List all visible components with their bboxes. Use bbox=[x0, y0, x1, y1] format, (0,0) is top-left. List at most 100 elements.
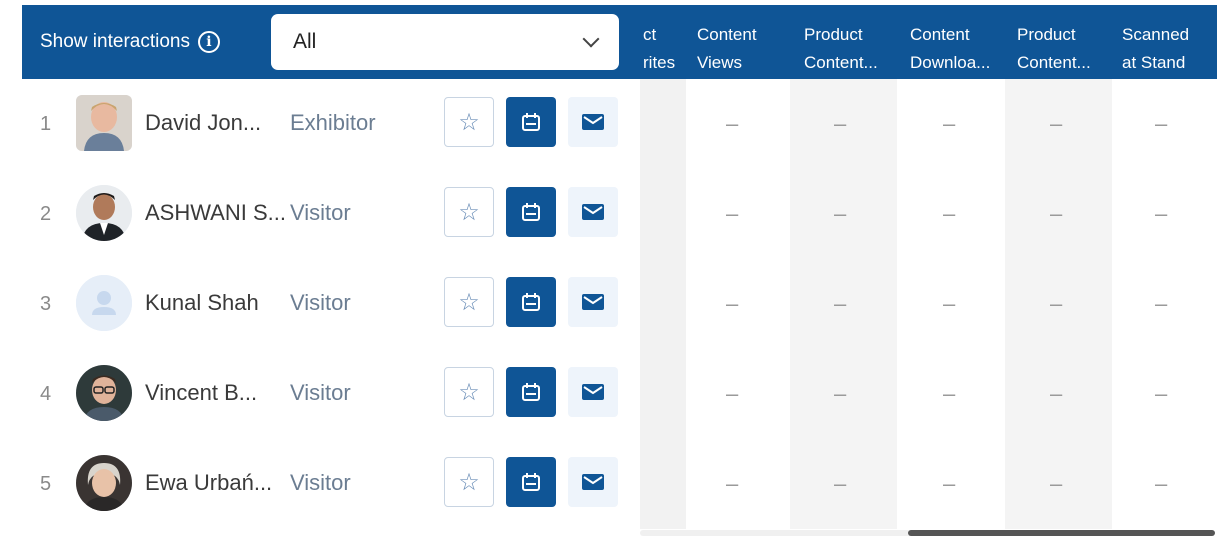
message-button[interactable] bbox=[568, 457, 618, 507]
table-cell-value: – bbox=[834, 201, 847, 226]
row-name[interactable]: Vincent B... bbox=[145, 380, 290, 406]
message-button[interactable] bbox=[568, 187, 618, 237]
horizontal-scrollbar-thumb[interactable] bbox=[908, 530, 1215, 536]
column-header-product-content-2[interactable]: Product Content... bbox=[1017, 21, 1117, 77]
column-header-line1: Content bbox=[697, 25, 757, 44]
schedule-meeting-button[interactable] bbox=[506, 367, 556, 417]
table-cell-value: – bbox=[943, 471, 956, 496]
calendar-icon bbox=[522, 293, 540, 311]
column-header-favorites[interactable]: ct rites bbox=[643, 21, 687, 77]
calendar-icon bbox=[522, 383, 540, 401]
schedule-meeting-button[interactable] bbox=[506, 187, 556, 237]
table-cell-value: – bbox=[726, 471, 739, 496]
avatar[interactable] bbox=[76, 455, 132, 511]
message-button[interactable] bbox=[568, 367, 618, 417]
column-header-line1: ct bbox=[643, 25, 657, 44]
info-icon[interactable]: i bbox=[197, 31, 220, 53]
column-header-line2: Views bbox=[697, 53, 743, 72]
column-header-scanned-at-stand[interactable]: Scanned at Stand bbox=[1122, 21, 1217, 77]
schedule-meeting-button[interactable] bbox=[506, 457, 556, 507]
avatar-photo bbox=[76, 455, 132, 511]
favorite-button[interactable]: ☆ bbox=[444, 97, 494, 147]
favorite-button[interactable]: ☆ bbox=[444, 367, 494, 417]
table-cell-value: – bbox=[1050, 111, 1063, 136]
table-row[interactable]: 4 Vincent B... Visitor ☆ bbox=[22, 349, 620, 439]
table-row[interactable]: 1 David Jon... Exhibitor ☆ bbox=[22, 79, 620, 169]
row-rank: 2 bbox=[40, 203, 52, 225]
table-cell-value: – bbox=[726, 201, 739, 226]
star-icon: ☆ bbox=[458, 108, 480, 136]
row-name[interactable]: Kunal Shah bbox=[145, 290, 290, 316]
row-role: Visitor bbox=[290, 470, 351, 495]
show-interactions-text: Show interactions bbox=[40, 31, 190, 52]
table-row[interactable]: 5 Ewa Urbań... Visitor ☆ bbox=[22, 439, 620, 529]
message-button[interactable] bbox=[568, 97, 618, 147]
show-interactions-label: Show interactions i bbox=[40, 31, 220, 53]
column-header-product-content-1[interactable]: Product Content... bbox=[804, 21, 904, 77]
calendar-icon bbox=[522, 113, 540, 131]
row-name[interactable]: David Jon... bbox=[145, 110, 290, 136]
table-cell-value: – bbox=[1155, 381, 1168, 406]
user-icon bbox=[76, 275, 132, 331]
table-cell-value: – bbox=[834, 111, 847, 136]
star-icon: ☆ bbox=[458, 198, 480, 226]
table-cell-value: – bbox=[1050, 201, 1063, 226]
schedule-meeting-button[interactable] bbox=[506, 277, 556, 327]
favorite-button[interactable]: ☆ bbox=[444, 187, 494, 237]
star-icon: ☆ bbox=[458, 288, 480, 316]
row-rank: 4 bbox=[40, 383, 52, 405]
avatar[interactable] bbox=[76, 185, 132, 241]
calendar-icon bbox=[522, 473, 540, 491]
calendar-icon bbox=[522, 203, 540, 221]
row-role: Visitor bbox=[290, 290, 351, 315]
message-button[interactable] bbox=[568, 277, 618, 327]
table-cell-value: – bbox=[1155, 471, 1168, 496]
row-role: Visitor bbox=[290, 200, 351, 225]
star-icon: ☆ bbox=[458, 468, 480, 496]
avatar-photo bbox=[76, 95, 132, 151]
table-cell-value: – bbox=[943, 111, 956, 136]
row-rank: 5 bbox=[40, 473, 52, 495]
table-cell-value: – bbox=[1050, 471, 1063, 496]
column-header-content-downloads[interactable]: Content Downloa... bbox=[910, 21, 1010, 77]
interactions-filter-select[interactable]: All bbox=[271, 14, 619, 70]
table-row[interactable]: 3 Kunal Shah Visitor ☆ bbox=[22, 259, 620, 349]
star-icon: ☆ bbox=[458, 378, 480, 406]
mail-icon bbox=[582, 204, 604, 220]
mail-icon bbox=[582, 294, 604, 310]
row-role: Exhibitor bbox=[290, 110, 376, 135]
avatar-photo bbox=[76, 365, 132, 421]
column-header-content-views[interactable]: Content Views bbox=[697, 21, 797, 77]
column-header-line1: Product bbox=[1017, 25, 1076, 44]
schedule-meeting-button[interactable] bbox=[506, 97, 556, 147]
table-cell-value: – bbox=[1155, 201, 1168, 226]
mail-icon bbox=[582, 384, 604, 400]
table-header: Show interactions i All ct rites Content… bbox=[22, 5, 1217, 79]
table-cell-value: – bbox=[726, 291, 739, 316]
table-cell-value: – bbox=[943, 381, 956, 406]
table-cell-value: – bbox=[1155, 291, 1168, 316]
chevron-down-icon bbox=[582, 30, 600, 48]
favorite-button[interactable]: ☆ bbox=[444, 457, 494, 507]
mail-icon bbox=[582, 474, 604, 490]
table-cell-value: – bbox=[1155, 111, 1168, 136]
column-header-line1: Scanned bbox=[1122, 25, 1190, 44]
favorite-button[interactable]: ☆ bbox=[444, 277, 494, 327]
table-cell-value: – bbox=[943, 201, 956, 226]
column-header-line2: at Stand bbox=[1122, 53, 1186, 72]
avatar[interactable] bbox=[76, 95, 132, 151]
avatar-photo bbox=[76, 185, 132, 241]
table-cell-value: – bbox=[1050, 291, 1063, 316]
row-rank: 1 bbox=[40, 113, 52, 135]
row-name[interactable]: Ewa Urbań... bbox=[145, 470, 290, 496]
row-rank: 3 bbox=[40, 293, 52, 315]
avatar[interactable] bbox=[76, 365, 132, 421]
row-role: Visitor bbox=[290, 380, 351, 405]
avatar[interactable] bbox=[76, 275, 132, 331]
column-header-line2: Content... bbox=[1017, 53, 1091, 72]
table-row[interactable]: 2 ASHWANI S... Visitor ☆ bbox=[22, 169, 620, 259]
mail-icon bbox=[582, 114, 604, 130]
column-header-line2: Content... bbox=[804, 53, 878, 72]
row-name[interactable]: ASHWANI S... bbox=[145, 200, 290, 226]
table-cell-value: – bbox=[834, 471, 847, 496]
